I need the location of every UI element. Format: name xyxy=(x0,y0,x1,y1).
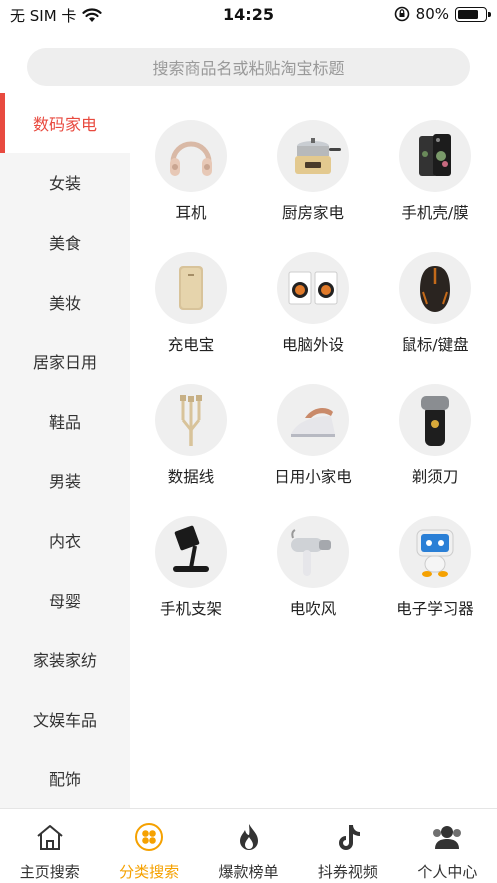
iron-icon xyxy=(277,384,349,456)
cooker-icon xyxy=(277,120,349,192)
subcategory-label: 耳机 xyxy=(175,204,207,222)
sidebar-item[interactable]: 母婴 xyxy=(0,570,130,630)
bottom-tab-bar: 主页搜索 分类搜索 爆款榜单 抖券视频 个人中心 xyxy=(0,808,497,883)
sidebar-item-label: 女装 xyxy=(48,174,81,194)
sidebar-item-label: 内衣 xyxy=(48,531,81,551)
subcategory-item[interactable]: 鼠标/键盘 xyxy=(374,225,496,357)
subcategory-item[interactable]: 充电宝 xyxy=(130,225,252,357)
power-bank-icon xyxy=(155,252,227,324)
subcategory-label: 电子学习器 xyxy=(396,600,474,618)
sidebar-item-label: 居家日用 xyxy=(32,353,97,373)
sidebar-item[interactable]: 美妆 xyxy=(0,272,130,332)
subcategory-item[interactable]: 数据线 xyxy=(130,357,252,489)
search-placeholder: 搜索商品名或粘贴淘宝标题 xyxy=(152,59,345,78)
phone-stand-icon xyxy=(155,516,227,588)
category-icon xyxy=(133,821,165,857)
tab-flame[interactable]: 爆款榜单 xyxy=(199,809,298,883)
phone-case-icon xyxy=(399,120,471,192)
sidebar-item-label: 母婴 xyxy=(48,591,81,611)
subcategory-label: 剃须刀 xyxy=(411,468,459,486)
sidebar-item-label: 男装 xyxy=(48,472,81,492)
sidebar-item-label: 美妆 xyxy=(48,293,81,313)
sidebar-item[interactable]: 家装家纺 xyxy=(0,629,130,689)
hair-dryer-icon xyxy=(277,516,349,588)
sidebar-item-label: 文娱车品 xyxy=(32,710,97,730)
tab-label: 爆款榜单 xyxy=(218,863,279,881)
subcategory-label: 日用小家电 xyxy=(274,468,352,486)
user-icon xyxy=(431,821,463,857)
sidebar-item-label: 数码家电 xyxy=(32,114,97,134)
home-icon xyxy=(34,821,66,857)
rotation-lock-icon xyxy=(394,6,409,22)
tab-category[interactable]: 分类搜索 xyxy=(99,809,198,883)
learning-robot-icon xyxy=(399,516,471,588)
sidebar-item-label: 鞋品 xyxy=(48,412,81,432)
search-input[interactable]: 搜索商品名或粘贴淘宝标题 xyxy=(27,48,470,86)
subcategory-label: 手机支架 xyxy=(159,600,222,618)
sidebar-item[interactable]: 数码家电 xyxy=(0,93,130,153)
subcategory-label: 鼠标/键盘 xyxy=(401,336,469,354)
mouse-icon xyxy=(399,252,471,324)
status-bar: 无 SIM 卡 14:25 80% xyxy=(0,0,497,30)
subcategory-item[interactable]: 电吹风 xyxy=(252,489,374,621)
sidebar-item[interactable]: 内衣 xyxy=(0,510,130,570)
sidebar-item[interactable]: 男装 xyxy=(0,451,130,511)
subcategory-label: 数据线 xyxy=(167,468,215,486)
flame-icon xyxy=(233,821,265,857)
tab-label: 分类搜索 xyxy=(119,863,180,881)
sidebar-item[interactable]: 鞋品 xyxy=(0,391,130,451)
sidebar-item[interactable]: 配饰 xyxy=(0,749,130,809)
subcategory-item[interactable]: 厨房家电 xyxy=(252,93,374,225)
subcategory-label: 电脑外设 xyxy=(281,336,344,354)
cable-icon xyxy=(155,384,227,456)
subcategory-item[interactable]: 剃须刀 xyxy=(374,357,496,489)
subcategory-item[interactable]: 手机支架 xyxy=(130,489,252,621)
subcategory-item[interactable]: 电子学习器 xyxy=(374,489,496,621)
subcategory-grid: 耳机 厨房家电 手机壳/膜充电宝 电脑外设 鼠标/键盘数据线 日用小家电 剃须刀手机支架 电吹… xyxy=(130,93,497,621)
category-sidebar: 数码家电女装美食美妆居家日用鞋品男装内衣母婴家装家纺文娱车品配饰 xyxy=(0,93,130,808)
subcategory-item[interactable]: 耳机 xyxy=(130,93,252,225)
subcategory-item[interactable]: 日用小家电 xyxy=(252,357,374,489)
headphones-icon xyxy=(155,120,227,192)
subcategory-label: 手机壳/膜 xyxy=(401,204,469,222)
tab-label: 抖券视频 xyxy=(317,863,378,881)
tab-home[interactable]: 主页搜索 xyxy=(0,809,99,883)
sidebar-item[interactable]: 居家日用 xyxy=(0,331,130,391)
speakers-icon xyxy=(277,252,349,324)
tab-user[interactable]: 个人中心 xyxy=(398,809,497,883)
subcategory-label: 电吹风 xyxy=(289,600,337,618)
sidebar-item[interactable]: 女装 xyxy=(0,153,130,213)
subcategory-label: 厨房家电 xyxy=(281,204,344,222)
tab-tiktok[interactable]: 抖券视频 xyxy=(298,809,397,883)
subcategory-item[interactable]: 电脑外设 xyxy=(252,225,374,357)
subcategory-label: 充电宝 xyxy=(167,336,215,354)
battery-icon xyxy=(455,6,491,22)
sidebar-item[interactable]: 美食 xyxy=(0,212,130,272)
tiktok-icon xyxy=(332,821,364,857)
sidebar-item-label: 美食 xyxy=(48,233,81,253)
status-right: 80% xyxy=(394,5,491,23)
sidebar-item-label: 配饰 xyxy=(48,770,81,790)
sidebar-item[interactable]: 文娱车品 xyxy=(0,689,130,749)
tab-label: 主页搜索 xyxy=(19,863,80,881)
tab-label: 个人中心 xyxy=(417,863,478,881)
battery-level xyxy=(458,9,478,19)
subcategory-item[interactable]: 手机壳/膜 xyxy=(374,93,496,225)
battery-percent: 80% xyxy=(415,5,449,23)
sidebar-item-label: 家装家纺 xyxy=(32,651,97,671)
shaver-icon xyxy=(399,384,471,456)
